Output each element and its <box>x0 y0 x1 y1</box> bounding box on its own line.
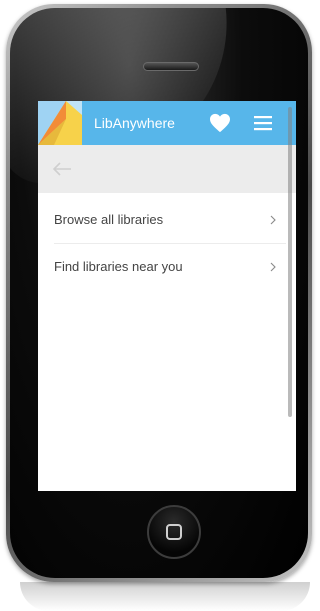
app-screen: LibAnywhere Browse all libraries Find li… <box>38 101 296 491</box>
menu-list: Browse all libraries Find libraries near… <box>38 197 296 290</box>
app-header: LibAnywhere <box>38 101 296 145</box>
hamburger-menu-icon[interactable] <box>254 115 272 131</box>
chevron-right-icon <box>270 215 276 225</box>
app-logo-icon <box>38 101 82 145</box>
device-mockup: LibAnywhere Browse all libraries Find li… <box>0 0 320 611</box>
find-nearby-libraries-label: Find libraries near you <box>54 259 183 274</box>
browse-libraries-item[interactable]: Browse all libraries <box>54 197 286 244</box>
arrow-left-icon[interactable] <box>52 161 72 177</box>
home-button[interactable] <box>147 505 201 559</box>
heart-icon[interactable] <box>209 113 231 133</box>
find-nearby-libraries-item[interactable]: Find libraries near you <box>54 244 286 290</box>
chevron-right-icon <box>270 262 276 272</box>
phone-reflection <box>20 582 310 611</box>
navigation-toolbar <box>38 145 296 193</box>
scrollbar[interactable] <box>288 107 292 417</box>
browse-libraries-label: Browse all libraries <box>54 212 164 227</box>
home-square-icon <box>166 524 182 540</box>
earpiece-speaker <box>143 62 199 71</box>
app-title: LibAnywhere <box>94 115 175 131</box>
